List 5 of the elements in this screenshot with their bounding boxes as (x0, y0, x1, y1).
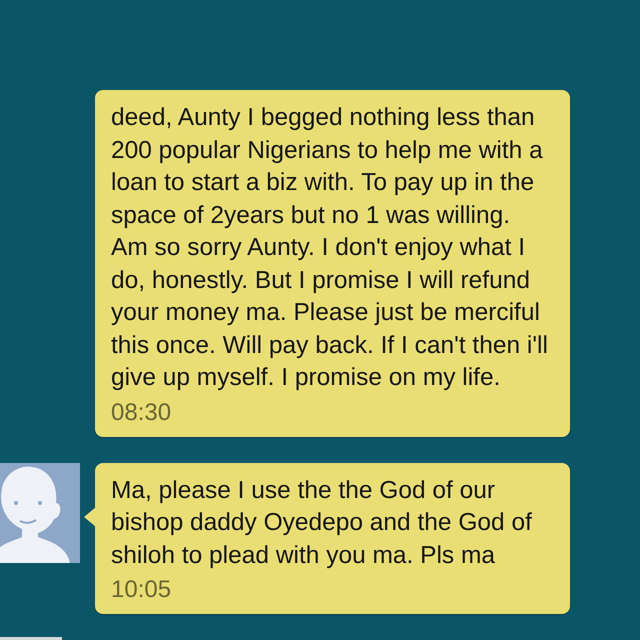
message-time: 10:05 (111, 575, 172, 605)
message-text: deed, Aunty I begged nothing less than 200 popular Nigerians to help me with a loan to start a biz with. To pay up in the space of 2years but no 1 was willing. Am so sorry Aunty. I don't enjoy what I do, honestly. But I promise I will refund your money ma. Please just be merciful this once. Will pay back. If I can't then i'll give up myself. I promise on my life. (111, 103, 549, 393)
message-time: 08:30 (111, 398, 172, 428)
avatar-icon (0, 462, 80, 562)
message-text: Ma, please I use the the God of our bishop daddy Oyedepo and the God of shiloh to plead with you ma. Pls ma (111, 476, 533, 570)
